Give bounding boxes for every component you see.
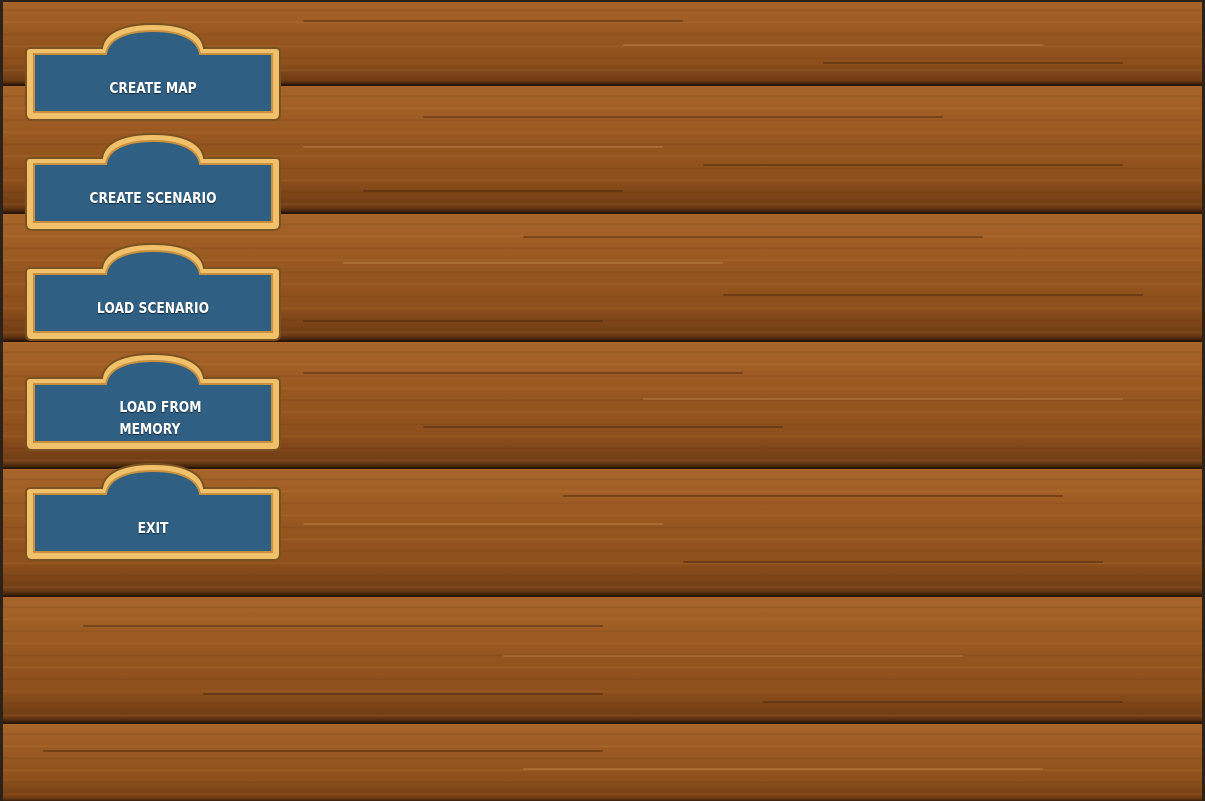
wood-plank [3, 724, 1202, 801]
wood-grain [503, 655, 963, 657]
wood-grain [303, 523, 663, 525]
wood-grain [643, 398, 1123, 400]
wood-grain [563, 495, 1063, 497]
create-map-button[interactable]: CREATE MAP [24, 22, 282, 122]
wood-grain [523, 768, 1043, 770]
exit-button[interactable]: EXIT [24, 462, 282, 562]
wood-grain [423, 426, 783, 428]
wood-grain [683, 561, 1103, 563]
wood-grain [823, 62, 1123, 64]
wood-grain [363, 190, 623, 192]
load-scenario-button[interactable]: LOAD SCENARIO [24, 242, 282, 342]
exit-label: EXIT [137, 519, 169, 537]
create-scenario-label: CREATE SCENARIO [89, 189, 217, 207]
wood-grain [763, 701, 1123, 703]
main-menu-screen: CREATE MAP CREATE SCENARIO LOAD SCENARIO… [0, 0, 1205, 801]
frame-left-border [0, 0, 3, 801]
wood-grain [703, 164, 1123, 166]
wood-grain [723, 294, 1143, 296]
wood-grain [623, 44, 1043, 46]
wood-grain [423, 116, 943, 118]
wood-grain [303, 320, 603, 322]
wood-grain [343, 262, 723, 264]
wood-grain [303, 146, 663, 148]
wood-grain [303, 20, 683, 22]
wood-grain [523, 236, 983, 238]
wood-grain [203, 693, 603, 695]
load-from-memory-button[interactable]: LOAD FROM MEMORY [24, 352, 282, 452]
load-scenario-label: LOAD SCENARIO [96, 299, 210, 317]
load-from-memory-label: LOAD FROM MEMORY [119, 398, 202, 438]
wood-grain [303, 372, 743, 374]
wood-grain [43, 750, 603, 752]
wood-plank [3, 597, 1202, 724]
create-map-label: CREATE MAP [109, 79, 197, 97]
create-scenario-button[interactable]: CREATE SCENARIO [24, 132, 282, 232]
wood-grain [83, 625, 603, 627]
frame-top-border [0, 0, 1205, 2]
